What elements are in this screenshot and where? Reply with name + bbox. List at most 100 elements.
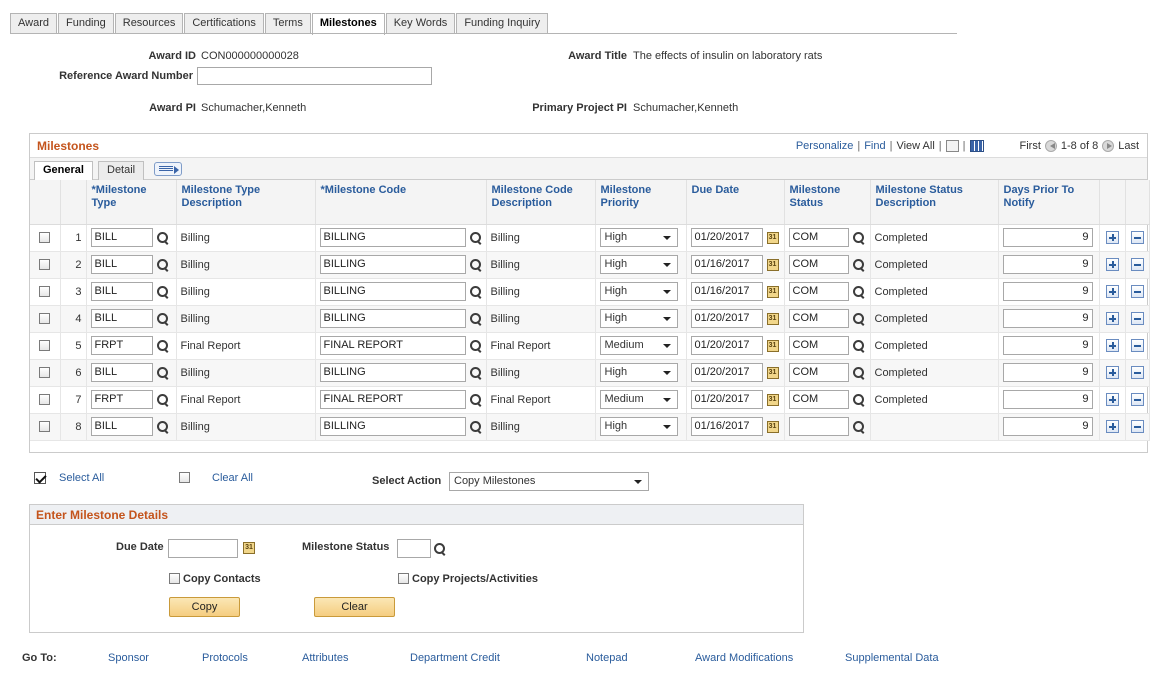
clear-all-checkbox-icon[interactable] xyxy=(179,472,190,483)
lookup-icon[interactable] xyxy=(852,339,865,352)
lookup-icon[interactable] xyxy=(852,231,865,244)
milestone-status-input[interactable]: COM xyxy=(788,255,849,274)
days-prior-input[interactable]: 9 xyxy=(1002,282,1093,301)
previous-icon[interactable] xyxy=(1044,140,1057,152)
lookup-icon[interactable] xyxy=(852,420,865,433)
delete-row-icon[interactable] xyxy=(1130,420,1144,433)
milestone-code-input[interactable]: BILLING xyxy=(319,282,466,301)
calendar-icon[interactable]: 31 xyxy=(766,312,779,325)
row-checkbox[interactable] xyxy=(39,286,51,298)
lookup-icon[interactable] xyxy=(469,231,482,244)
lookup-icon[interactable] xyxy=(469,393,482,406)
milestone-type-input[interactable]: FRPT xyxy=(90,390,153,409)
column-header[interactable]: *Milestone Code xyxy=(315,180,487,225)
add-row-icon[interactable] xyxy=(1105,285,1119,298)
milestone-status-input[interactable]: COM xyxy=(788,282,849,301)
tab-key-words[interactable]: Key Words xyxy=(385,13,456,34)
tab-milestones[interactable]: Milestones xyxy=(311,13,385,35)
goto-notepad-link[interactable]: Notepad xyxy=(586,652,628,664)
milestone-status-input[interactable]: COM xyxy=(788,363,849,382)
milestone-type-input[interactable]: BILL xyxy=(90,309,153,328)
milestone-priority-select[interactable]: High xyxy=(599,282,678,301)
subtab-general[interactable]: General xyxy=(34,161,93,180)
milestone-priority-select[interactable]: Medium xyxy=(599,390,678,409)
due-date-input[interactable]: 01/16/2017 xyxy=(690,282,763,301)
milestone-priority-select[interactable]: High xyxy=(599,363,678,382)
select-all-checkbox-icon[interactable] xyxy=(34,472,46,484)
milestone-priority-select[interactable]: High xyxy=(599,255,678,274)
row-checkbox[interactable] xyxy=(39,340,51,352)
delete-row-icon[interactable] xyxy=(1130,339,1144,352)
milestone-type-input[interactable]: BILL xyxy=(90,228,153,247)
row-checkbox[interactable] xyxy=(39,394,51,406)
milestone-status-input[interactable]: COM xyxy=(788,309,849,328)
subtab-detail[interactable]: Detail xyxy=(98,161,145,180)
lookup-icon[interactable] xyxy=(469,339,482,352)
due-date-input[interactable]: 01/16/2017 xyxy=(690,255,763,274)
milestone-type-input[interactable]: BILL xyxy=(90,282,153,301)
row-checkbox[interactable] xyxy=(39,313,51,325)
milestone-code-input[interactable]: BILLING xyxy=(319,363,466,382)
lookup-icon[interactable] xyxy=(852,366,865,379)
delete-row-icon[interactable] xyxy=(1130,393,1144,406)
goto-attributes-link[interactable]: Attributes xyxy=(302,652,348,664)
column-header[interactable]: Days Prior To Notify xyxy=(998,180,1100,225)
clear-all-link[interactable]: Clear All xyxy=(212,472,253,484)
calendar-icon[interactable]: 31 xyxy=(766,393,779,406)
due-date-input[interactable]: 01/20/2017 xyxy=(690,390,763,409)
milestone-status-input[interactable] xyxy=(788,417,849,436)
milestone-code-input[interactable]: BILLING xyxy=(319,417,466,436)
first-link[interactable]: First xyxy=(1020,140,1041,152)
tab-terms[interactable]: Terms xyxy=(264,13,311,34)
column-header[interactable]: Milestone Priority xyxy=(595,180,687,225)
lookup-icon[interactable] xyxy=(156,420,169,433)
row-checkbox[interactable] xyxy=(39,367,51,379)
lookup-icon[interactable] xyxy=(852,393,865,406)
delete-row-icon[interactable] xyxy=(1130,285,1144,298)
add-row-icon[interactable] xyxy=(1105,366,1119,379)
days-prior-input[interactable]: 9 xyxy=(1002,255,1093,274)
column-header[interactable]: Milestone Type Description xyxy=(176,180,316,225)
column-header[interactable]: Milestone Code Description xyxy=(486,180,596,225)
calendar-icon[interactable]: 31 xyxy=(766,231,779,244)
column-header[interactable]: Milestone Status Description xyxy=(870,180,999,225)
tab-resources[interactable]: Resources xyxy=(114,13,184,34)
calendar-icon[interactable]: 31 xyxy=(766,366,779,379)
calendar-icon[interactable]: 31 xyxy=(766,339,779,352)
due-date-input[interactable]: 01/20/2017 xyxy=(690,228,763,247)
column-header[interactable]: *Milestone Type xyxy=(86,180,177,225)
copy-button[interactable]: Copy xyxy=(169,597,240,617)
calendar-icon[interactable]: 31 xyxy=(766,285,779,298)
milestone-type-input[interactable]: BILL xyxy=(90,363,153,382)
milestone-priority-select[interactable]: High xyxy=(599,228,678,247)
milestone-status-input[interactable]: COM xyxy=(788,390,849,409)
due-date-input[interactable]: 01/20/2017 xyxy=(690,309,763,328)
calendar-icon[interactable]: 31 xyxy=(766,258,779,271)
milestone-status-input[interactable]: COM xyxy=(788,336,849,355)
add-row-icon[interactable] xyxy=(1105,231,1119,244)
lookup-icon[interactable] xyxy=(156,312,169,325)
copy-projects-checkbox[interactable] xyxy=(398,573,409,584)
days-prior-input[interactable]: 9 xyxy=(1002,228,1093,247)
goto-supplemental-data-link[interactable]: Supplemental Data xyxy=(845,652,939,664)
lookup-icon[interactable] xyxy=(469,312,482,325)
show-all-columns-icon[interactable] xyxy=(154,162,182,176)
lookup-icon[interactable] xyxy=(434,543,446,555)
delete-row-icon[interactable] xyxy=(1130,231,1144,244)
days-prior-input[interactable]: 9 xyxy=(1002,336,1093,355)
details-status-input[interactable] xyxy=(397,539,431,558)
goto-award-modifications-link[interactable]: Award Modifications xyxy=(695,652,793,664)
lookup-icon[interactable] xyxy=(156,285,169,298)
goto-sponsor-link[interactable]: Sponsor xyxy=(108,652,149,664)
copy-contacts-checkbox[interactable] xyxy=(169,573,180,584)
row-checkbox[interactable] xyxy=(39,232,51,244)
find-link[interactable]: Find xyxy=(864,140,885,152)
milestone-type-input[interactable]: BILL xyxy=(90,255,153,274)
lookup-icon[interactable] xyxy=(156,339,169,352)
add-row-icon[interactable] xyxy=(1105,339,1119,352)
due-date-input[interactable]: 01/20/2017 xyxy=(690,363,763,382)
milestone-status-input[interactable]: COM xyxy=(788,228,849,247)
milestone-code-input[interactable]: BILLING xyxy=(319,228,466,247)
milestone-code-input[interactable]: BILLING xyxy=(319,255,466,274)
add-row-icon[interactable] xyxy=(1105,420,1119,433)
